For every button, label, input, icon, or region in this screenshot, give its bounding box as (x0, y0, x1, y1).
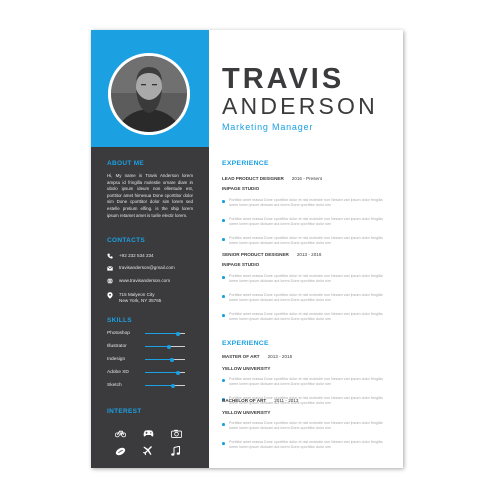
contact-phone: +92 232 534 234 (107, 253, 154, 259)
bullet-dot-icon (222, 295, 225, 298)
resume-page: ABOUT ME Hi, My name is Travis Anderson … (91, 30, 403, 468)
skill-bar-track (145, 383, 185, 388)
bullet-text: Porttitor amet massa Done cporttitor dol… (229, 377, 383, 387)
first-name: TRAVIS (222, 63, 345, 95)
gamepad-icon (143, 425, 154, 437)
contact-website[interactable]: www.travisanderson.com (107, 278, 170, 284)
bullet-dot-icon (222, 423, 225, 426)
skill-bar-fill (145, 333, 178, 334)
job-date: 2013 - 2016 (296, 252, 322, 257)
skill-name: Indesign (107, 357, 126, 362)
skill-row: Photoshop (107, 331, 193, 339)
contact-email[interactable]: travisanderson@gmail.com (107, 265, 175, 271)
education-degree: BACHELOR OF ART 2011 - 2013 (222, 398, 298, 403)
bullet-dot-icon (222, 200, 225, 203)
skill-bar-track (145, 344, 185, 349)
degree-title: MASTER OF ART (222, 354, 260, 359)
skill-level-handle (175, 370, 180, 375)
skill-name: Illustrator (107, 344, 127, 349)
bullet-dot-icon (222, 238, 225, 241)
skill-level-handle (167, 344, 171, 349)
camera-icon (171, 425, 182, 438)
skill-name: Sketch (107, 383, 122, 388)
degree-date: 2013 - 2015 (267, 354, 293, 359)
bullet-dot-icon (222, 442, 225, 445)
bullet-text: Porttitor amet massa Done cporttitor dol… (229, 440, 383, 450)
plane-icon (143, 443, 153, 456)
phone-icon (107, 253, 113, 259)
skill-row: Sketch (107, 383, 193, 391)
skill-name: Photoshop (107, 331, 130, 336)
job-role: LEAD PRODUCT DESIGNER 2016 - Present (222, 176, 322, 181)
skill-bar-track (145, 331, 185, 336)
education-degree: MASTER OF ART 2013 - 2015 (222, 354, 292, 359)
skill-row: Adobe XD (107, 370, 193, 378)
about-text: Hi, My name is Travis Anderson lorem amp… (107, 173, 193, 218)
skill-bar-fill (145, 385, 173, 386)
job-title: Marketing Manager (222, 122, 314, 132)
job-role-title: SENIOR PRODUCT DESIGNER (222, 252, 289, 257)
avatar (108, 53, 190, 135)
degree-title: BACHELOR OF ART (222, 398, 267, 403)
bullet-text: Porttitor amet massa Done cporttitor dol… (229, 312, 383, 322)
location-icon (107, 291, 113, 299)
skill-bar-track (145, 370, 185, 375)
education-school: YELLOW UNIVERSITY (222, 410, 271, 415)
running-icon (115, 443, 126, 456)
contact-address: 715 Malyeon City New York, NY 35765 (107, 291, 161, 303)
about-heading: ABOUT ME (107, 160, 145, 167)
degree-date: 2011 - 2013 (274, 398, 299, 403)
contacts-heading: CONTACTS (107, 237, 146, 244)
bullet-text: Porttitor amet massa Done cporttitor dol… (229, 236, 383, 246)
skills-heading: SKILLS (107, 317, 132, 324)
music-icon (171, 443, 181, 456)
education-school: YELLOW UNIVERSITY (222, 366, 271, 371)
bullet-text: Porttitor amet massa Done cporttitor dol… (229, 217, 383, 227)
job-date: 2016 - Present (291, 176, 322, 181)
skill-bar-fill (145, 372, 178, 373)
skill-row: Illustrator (107, 344, 193, 352)
job-role-title: LEAD PRODUCT DESIGNER (222, 176, 284, 181)
bullet-dot-icon (222, 314, 225, 317)
skill-bar-fill (145, 346, 169, 347)
bullet-text: Porttitor amet massa Done cporttitor dol… (229, 421, 383, 431)
skill-bar-track (145, 357, 185, 362)
skill-level-handle (175, 331, 180, 336)
bullet-text: Porttitor amet massa Done cporttitor dol… (229, 198, 383, 208)
bullet-dot-icon (222, 219, 225, 222)
education-heading: EXPERIENCE (222, 340, 269, 347)
bicycle-icon (114, 425, 127, 438)
experience-heading: EXPERIENCE (222, 160, 269, 167)
job-company: INIPAGE STUDIO (222, 186, 260, 191)
last-name: ANDERSON (222, 93, 378, 119)
skill-row: Indesign (107, 357, 193, 365)
skill-level-handle (170, 357, 175, 362)
skill-level-handle (171, 383, 175, 388)
bullet-dot-icon (222, 276, 225, 279)
bullet-dot-icon (222, 379, 225, 382)
bullet-text: Porttitor amet massa Done cporttitor dol… (229, 293, 383, 303)
job-company: INIPAGE STUDIO (222, 262, 260, 267)
job-role: SENIOR PRODUCT DESIGNER 2013 - 2016 (222, 252, 321, 257)
bullet-text: Porttitor amet massa Done cporttitor dol… (229, 274, 383, 284)
globe-icon (107, 278, 113, 284)
interest-heading: INTEREST (107, 408, 142, 415)
skill-bar-fill (145, 359, 173, 360)
mail-icon (107, 265, 113, 271)
skill-name: Adobe XD (107, 370, 129, 375)
